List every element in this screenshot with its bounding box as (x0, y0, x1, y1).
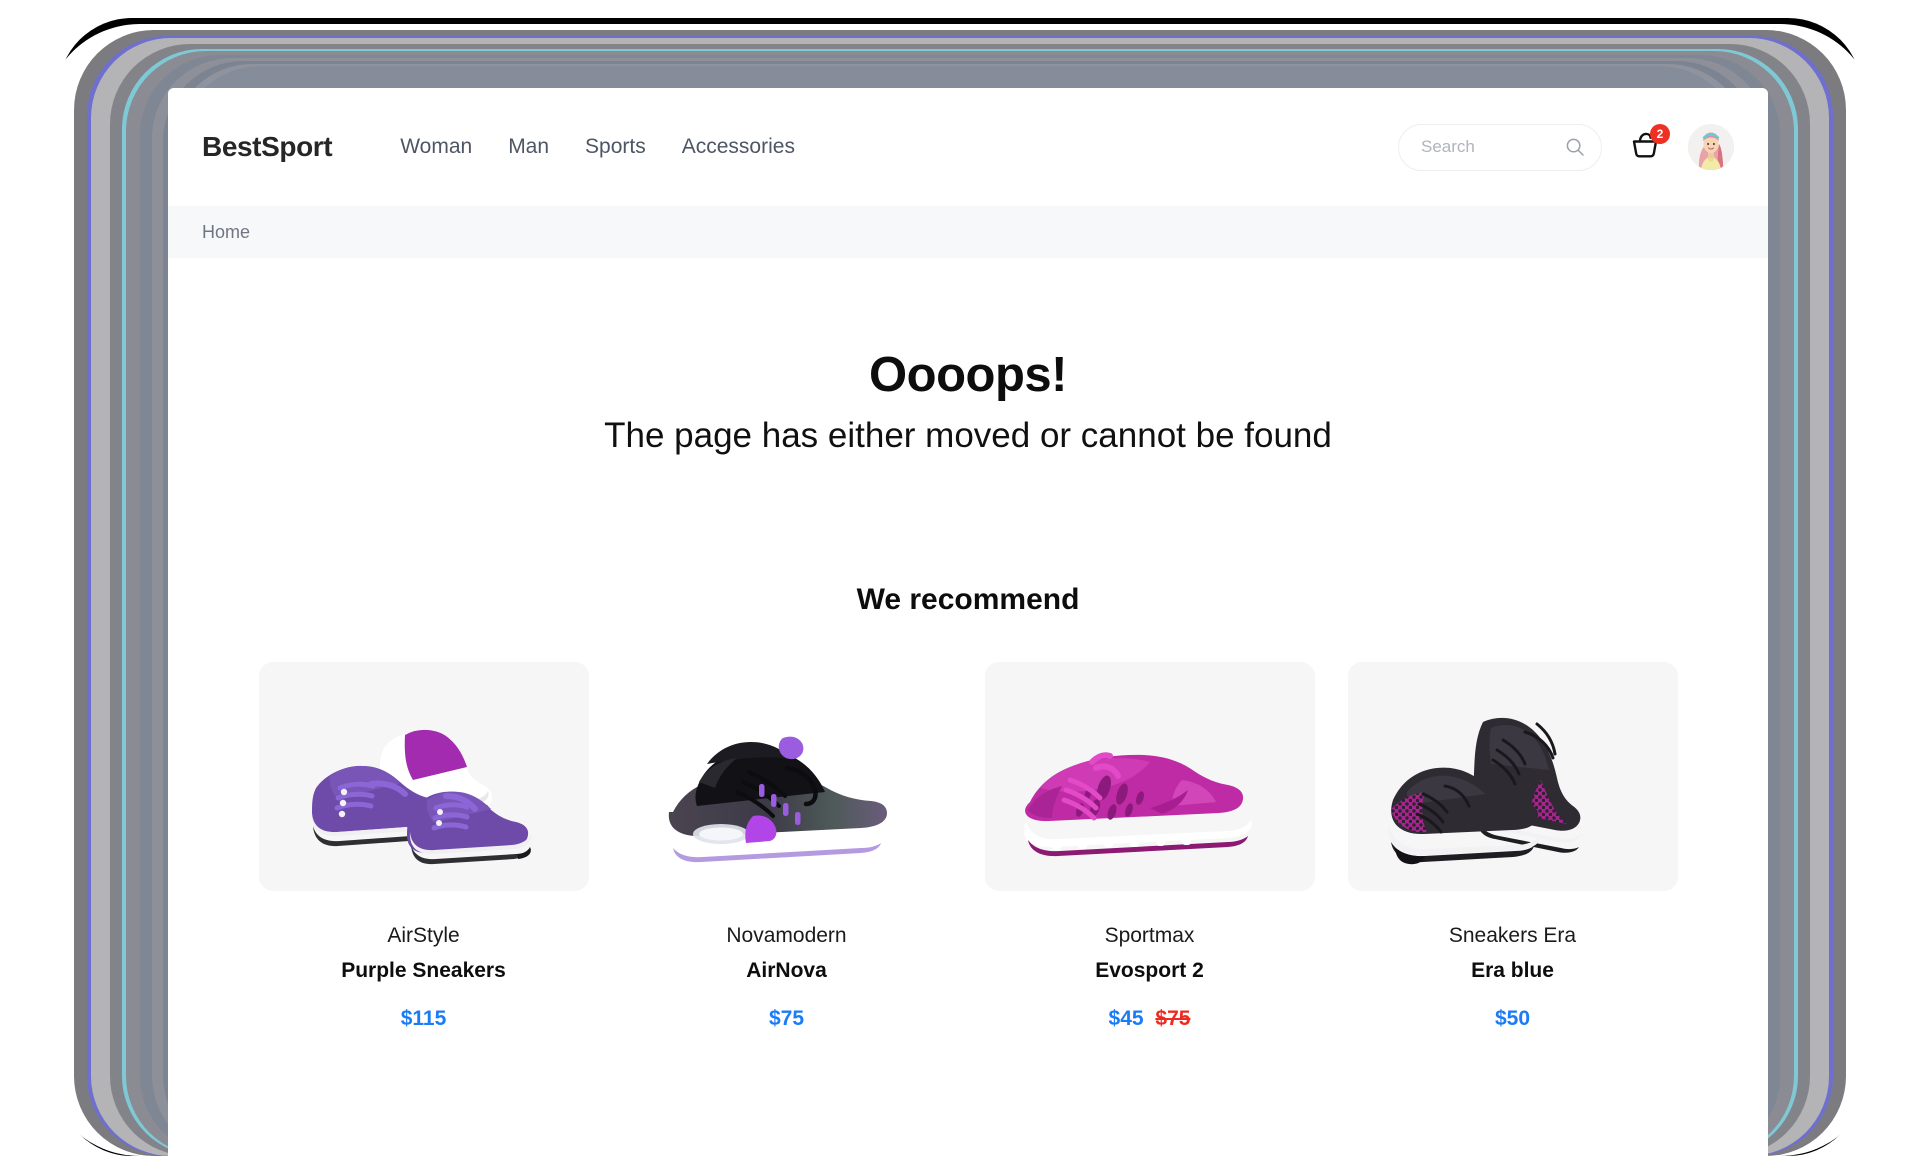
product-card[interactable]: Sneakers Era Era blue $50 (1347, 661, 1678, 1031)
product-name: Purple Sneakers (341, 958, 506, 982)
nav-item-woman[interactable]: Woman (400, 135, 472, 159)
product-price-row: $115 (401, 1007, 447, 1031)
product-image[interactable] (258, 661, 589, 891)
error-message-block: Oooops! The page has either moved or can… (168, 258, 1768, 457)
page-viewport: BestSport Woman Man Sports Accessories S… (168, 88, 1768, 1156)
product-grid: AirStyle Purple Sneakers $115 Novamodern… (168, 661, 1768, 1031)
product-price-row: $75 (769, 1007, 804, 1031)
breadcrumb: Home (168, 206, 1768, 258)
era-blue-sneakers-image (1388, 718, 1581, 865)
product-price-current: $50 (1494, 1006, 1531, 1030)
error-subtitle: The page has either moved or cannot be f… (604, 415, 1332, 455)
nav-item-accessories[interactable]: Accessories (682, 135, 795, 159)
product-price-current: $115 (400, 1006, 447, 1030)
product-price-original: $75 (1155, 1006, 1191, 1030)
product-card[interactable]: Novamodern AirNova $75 (621, 661, 952, 1031)
product-price-row: $50 (1495, 1007, 1530, 1031)
user-avatar-image (1688, 124, 1734, 170)
cart-badge-count: 2 (1650, 124, 1670, 144)
product-name: Evosport 2 (1095, 958, 1204, 982)
product-brand: AirStyle (387, 923, 460, 947)
search-input[interactable] (1419, 136, 1565, 158)
site-header: BestSport Woman Man Sports Accessories S… (168, 88, 1768, 206)
recommend-heading: We recommend (856, 582, 1080, 616)
product-price-row: $45 $75 (1109, 1007, 1191, 1031)
product-card[interactable]: Sportmax Evosport 2 $45 $75 (984, 661, 1315, 1031)
evosport-shoe-image (1023, 752, 1252, 857)
product-price-current: $75 (768, 1006, 805, 1030)
product-price-current: $45 (1108, 1006, 1144, 1030)
product-card[interactable]: AirStyle Purple Sneakers $115 (258, 661, 589, 1031)
product-brand: Sportmax (1104, 923, 1195, 947)
airnova-sneaker-image (668, 736, 887, 863)
product-brand: Novamodern (726, 923, 847, 947)
breadcrumb-item-home[interactable]: Home (202, 222, 250, 243)
search-icon[interactable] (1565, 137, 1585, 157)
product-image[interactable] (984, 661, 1315, 891)
product-name: AirNova (746, 958, 827, 982)
main-navigation: Woman Man Sports Accessories (400, 135, 795, 159)
product-image[interactable] (621, 661, 952, 891)
header-actions: 2 (1398, 123, 1734, 171)
product-image[interactable] (1347, 661, 1678, 891)
error-title: Oooops! (869, 348, 1067, 402)
cart-button[interactable]: 2 (1626, 124, 1670, 166)
avatar[interactable] (1688, 124, 1734, 170)
purple-sneakers-image (311, 730, 531, 865)
product-name: Era blue (1471, 958, 1554, 982)
nav-item-man[interactable]: Man (508, 135, 549, 159)
nav-item-sports[interactable]: Sports (585, 135, 646, 159)
search-box[interactable] (1398, 123, 1602, 171)
brand-logo[interactable]: BestSport (202, 131, 333, 163)
product-brand: Sneakers Era (1448, 923, 1577, 947)
